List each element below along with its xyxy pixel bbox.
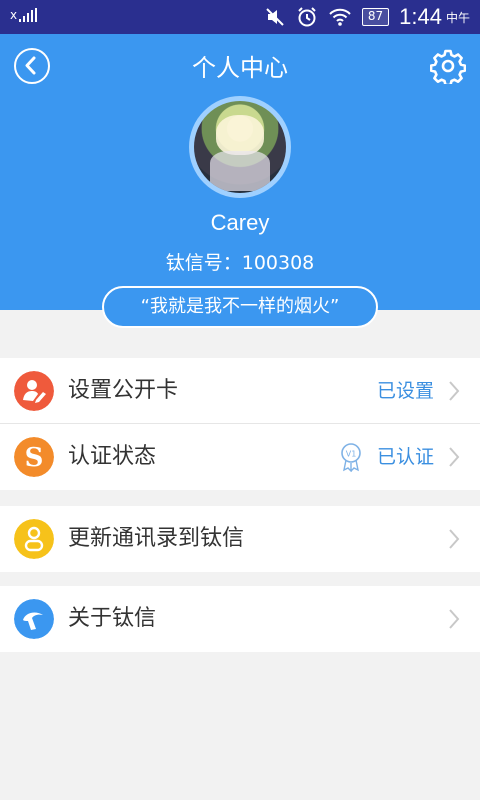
v1-badge-icon: V1 [341, 443, 361, 472]
public-card-label: 设置公开卡 [68, 378, 179, 403]
contact-person-icon [14, 519, 54, 559]
chevron-right-icon [449, 447, 460, 467]
battery-indicator: 87 [361, 8, 390, 26]
chevron-right-icon [449, 529, 460, 549]
user-id: 钛信号：100308 [165, 252, 315, 274]
username: Carey [210, 210, 270, 235]
avatar-frame[interactable] [189, 96, 291, 198]
s-logo-icon: S [14, 437, 54, 477]
person-card-icon [14, 371, 54, 411]
update-contacts-row[interactable]: 更新通讯录到钛信 [0, 506, 480, 572]
verification-status: 已认证 [376, 446, 434, 468]
account-settings-group: 设置公开卡 已设置 S 认证状态 V1 已认证 [0, 358, 480, 490]
about-group: 关于钛信 [0, 586, 480, 652]
public-card-status: 已设置 [376, 380, 434, 402]
chevron-right-icon [449, 381, 460, 401]
app-logo-icon [14, 599, 54, 639]
contacts-group: 更新通讯录到钛信 [0, 506, 480, 572]
about-row[interactable]: 关于钛信 [0, 586, 480, 652]
signal-indicator: x [10, 8, 38, 22]
verification-status-row[interactable]: S 认证状态 V1 已认证 [0, 424, 480, 490]
alarm-icon [298, 7, 316, 27]
update-contacts-label: 更新通讯录到钛信 [68, 526, 245, 551]
about-label: 关于钛信 [68, 606, 157, 631]
public-card-row[interactable]: 设置公开卡 已设置 [0, 358, 480, 424]
chevron-right-icon [449, 609, 460, 629]
clock-period: 中午 [445, 10, 470, 25]
profile-header: 个人中心 Carey 钛信号：100308 “我就是我不一样的烟火” [0, 34, 480, 328]
clock-time: 1:44 [399, 4, 442, 29]
network-label: x [10, 8, 18, 22]
status-bar: x 87 1:44 中午 [0, 0, 480, 34]
signal-bars-icon [19, 8, 38, 22]
avatar[interactable] [194, 101, 286, 193]
page-title: 个人中心 [192, 54, 288, 82]
settings-gear-icon[interactable] [430, 48, 466, 84]
svg-text:S: S [25, 443, 44, 473]
verification-label: 认证状态 [68, 444, 157, 469]
signature-pill[interactable]: “我就是我不一样的烟火” [102, 286, 378, 328]
mute-icon [266, 8, 284, 26]
wifi-icon [329, 8, 351, 26]
v1-badge-text: V1 [346, 450, 357, 459]
